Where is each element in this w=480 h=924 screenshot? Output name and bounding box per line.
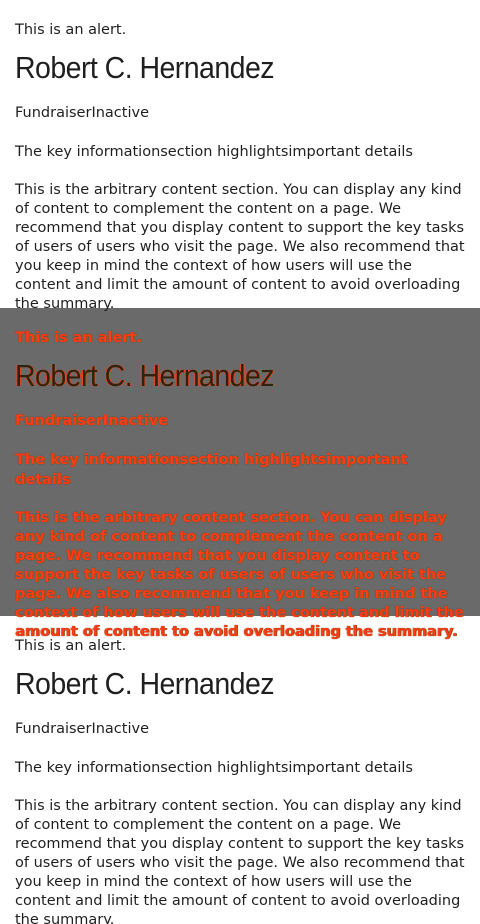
arbitrary-content: This is the arbitrary content section. Y… (15, 182, 465, 312)
record-subtitle: FundraiserInactive (15, 721, 149, 737)
alert-text: This is an alert. (15, 330, 142, 346)
record-title: Robert C. Hernandez (15, 358, 275, 393)
summary-panel-light-bottom: This is an alert. Robert C. Hernandez Fu… (0, 616, 480, 924)
arbitrary-content: This is the arbitrary content section. Y… (15, 510, 464, 640)
arbitrary-content: This is the arbitrary content section. Y… (15, 798, 465, 924)
summary-panel-light-top: This is an alert. Robert C. Hernandez Fu… (0, 0, 480, 312)
key-information: The key informationsection highlightsimp… (15, 452, 408, 488)
record-title: Robert C. Hernandez (15, 666, 275, 701)
alert-text: This is an alert. (15, 22, 127, 38)
key-information: The key informationsection highlightsimp… (15, 144, 413, 160)
key-information: The key informationsection highlightsimp… (15, 760, 413, 776)
summary-panel-dark: This is an alert. Robert C. Hernandez Fu… (0, 308, 480, 640)
record-title: Robert C. Hernandez (15, 50, 275, 85)
record-subtitle: FundraiserInactive (15, 105, 149, 121)
record-subtitle: FundraiserInactive (15, 413, 169, 429)
